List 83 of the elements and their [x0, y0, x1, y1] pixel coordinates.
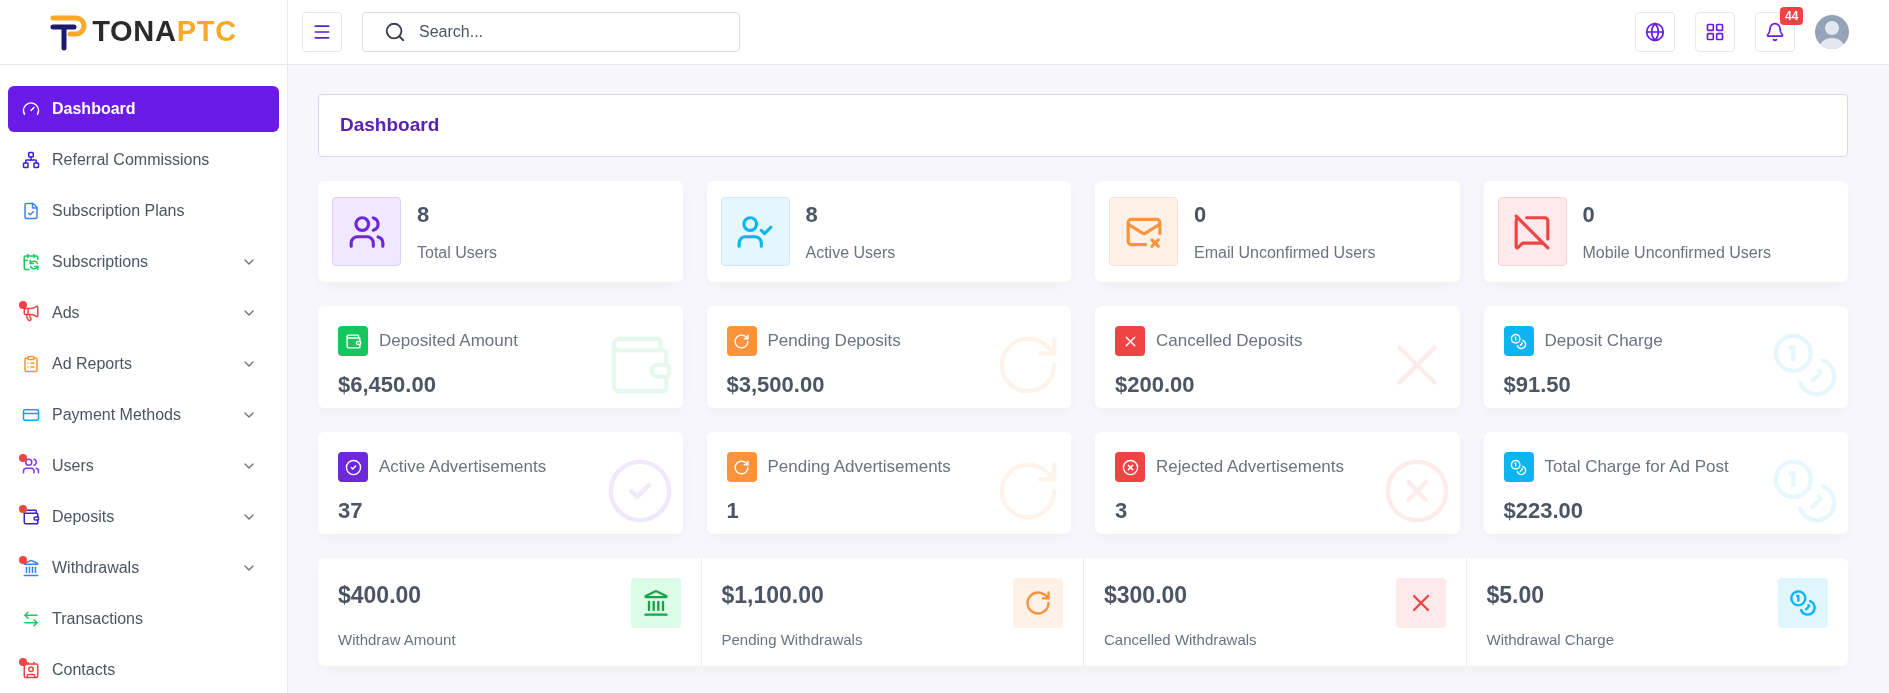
bell-icon: [1765, 22, 1785, 42]
document-check-icon: [22, 202, 40, 220]
sidebar-item[interactable]: Transactions: [8, 596, 279, 642]
stat-label: Withdrawal Charge: [1486, 629, 1615, 650]
stat-value: 37: [338, 497, 363, 525]
stat-value: $1,100.00: [721, 581, 825, 610]
avatar[interactable]: [1815, 15, 1849, 49]
page-title: Dashboard: [340, 113, 440, 138]
stat-label: Active Advertisements: [379, 456, 547, 479]
stat-label: Withdraw Amount: [338, 629, 456, 650]
credit-card-icon: [22, 406, 40, 424]
sidebar-item[interactable]: Deposits: [8, 494, 279, 540]
megaphone-icon: [22, 304, 40, 322]
stat-value: 0: [1582, 201, 1596, 229]
coins-icon: [1778, 578, 1828, 628]
apps-button[interactable]: [1695, 12, 1735, 52]
stat-label: Cancelled Deposits: [1156, 330, 1303, 353]
sidebar-item[interactable]: Ad Reports: [8, 341, 279, 387]
network-icon: [22, 151, 40, 169]
stat-label: Cancelled Withdrawals: [1104, 629, 1257, 650]
gauge-icon: [22, 100, 40, 118]
arrows-icon: [22, 610, 40, 628]
sidebar-item[interactable]: Subscriptions: [8, 239, 279, 285]
message-off-icon: [1497, 197, 1567, 266]
sidebar-item[interactable]: Users: [8, 443, 279, 489]
notification-count: 44: [1780, 7, 1804, 25]
close-icon: [1115, 326, 1145, 356]
stat-value: $200.00: [1115, 371, 1195, 399]
stat-label: Total Users: [417, 243, 498, 263]
stat-label: Deposit Charge: [1544, 330, 1663, 353]
brand-name: TONAPTC: [92, 14, 237, 50]
sidebar-item[interactable]: Contacts: [8, 647, 279, 693]
menu-button[interactable]: [302, 12, 342, 52]
sidebar-item[interactable]: Payment Methods: [8, 392, 279, 438]
rotate-icon: [726, 452, 757, 482]
calendar-icon: [22, 253, 40, 271]
stat-label: Total Charge for Ad Post: [1544, 456, 1729, 479]
stat-value: 8: [417, 201, 431, 229]
stat-value: 1: [726, 497, 739, 525]
stat-label: Email Unconfirmed Users: [1194, 243, 1376, 263]
user-check-icon: [720, 197, 790, 266]
stat-value: 8: [805, 201, 819, 229]
coins-icon: [1503, 452, 1534, 482]
wallet-icon: [338, 326, 368, 356]
rotate-icon: [726, 326, 757, 356]
stat-value: $223.00: [1503, 497, 1584, 525]
stat-label: Pending Deposits: [767, 330, 901, 353]
stat-value: $400.00: [338, 581, 423, 610]
sidebar-item[interactable]: Withdrawals: [8, 545, 279, 591]
sidebar-item[interactable]: Subscription Plans: [8, 188, 279, 234]
mail-x-icon: [1109, 197, 1178, 266]
coins-icon: [1503, 326, 1534, 356]
stat-label: Pending Advertisements: [767, 456, 951, 479]
stat-value: 3: [1115, 497, 1128, 525]
sidebar-item[interactable]: Dashboard: [8, 86, 279, 132]
bank-icon: [630, 578, 681, 628]
stat-label: Rejected Advertisements: [1156, 456, 1345, 479]
stat-label: Mobile Unconfirmed Users: [1582, 243, 1771, 263]
logo-icon: [50, 13, 89, 51]
rotate-icon: [1013, 578, 1063, 628]
sidebar-item[interactable]: Ads: [8, 290, 279, 336]
stat-label: Deposited Amount: [379, 330, 518, 353]
globe-icon: [1645, 22, 1665, 42]
search-field[interactable]: Search...: [362, 12, 740, 52]
clipboard-icon: [22, 355, 40, 373]
stat-label: Pending Withdrawals: [721, 629, 863, 650]
users-icon: [332, 197, 401, 266]
language-button[interactable]: [1635, 12, 1675, 52]
wallet-icon: [22, 508, 40, 526]
search-icon: [384, 21, 406, 43]
stat-value: $91.50: [1503, 371, 1571, 399]
users-icon: [22, 457, 40, 475]
stat-value: $300.00: [1104, 581, 1189, 610]
apps-grid-icon: [1705, 22, 1725, 42]
close-icon: [1395, 578, 1446, 628]
stat-value: $5.00: [1486, 581, 1546, 610]
stat-label: Active Users: [805, 243, 896, 263]
menu-icon: [312, 22, 332, 42]
sidebar-item[interactable]: Referral Commissions: [8, 137, 279, 183]
stat-value: $3,500.00: [726, 371, 825, 399]
stat-value: $6,450.00: [338, 371, 436, 399]
contact-card-icon: [22, 661, 40, 679]
stat-value: 0: [1194, 201, 1208, 229]
